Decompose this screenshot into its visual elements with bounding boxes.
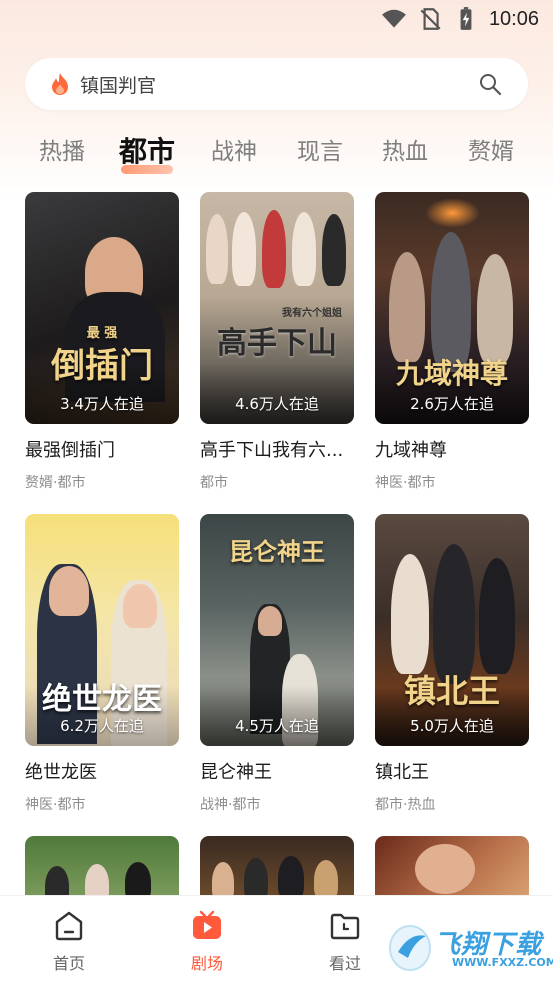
tab-zhanshen[interactable]: 战神 — [199, 130, 269, 174]
battery-charging-icon — [460, 7, 472, 30]
watermark-url: WWW.FXXZ.COM — [452, 956, 553, 969]
drama-poster[interactable]: 绝世龙医 6.2万人在追 — [25, 514, 179, 746]
search-icon[interactable] — [478, 72, 502, 96]
drama-title[interactable]: 镇北王 — [375, 758, 529, 784]
followers-count: 3.4万人在追 — [60, 395, 144, 413]
drama-poster[interactable]: 昆仑神王 4.5万人在追 — [200, 514, 354, 746]
drama-tags: 神医·都市 — [25, 797, 86, 813]
drama-card[interactable] — [375, 836, 529, 896]
drama-card[interactable]: 绝世龙医 6.2万人在追 绝世龙医 神医·都市 — [25, 514, 179, 814]
followers-count: 4.5万人在追 — [235, 717, 319, 735]
followers-count: 5.0万人在追 — [410, 717, 494, 735]
poster-title: 九域神尊 — [395, 357, 508, 390]
drama-tags: 战神·都市 — [200, 797, 261, 813]
category-tabs: 热播 都市 战神 现言 热血 赘婿 — [0, 130, 553, 176]
status-bar: 10:06 — [0, 0, 553, 40]
watermark-logo: 飞翔下载 WWW.FXXZ.COM — [388, 918, 553, 974]
drama-title[interactable]: 最强倒插门 — [25, 436, 179, 462]
drama-tags: 神医·都市 — [375, 475, 436, 491]
poster-title: 昆仑神王 — [229, 537, 325, 566]
tab-rebo[interactable]: 热播 — [27, 130, 97, 174]
wifi-icon — [382, 9, 406, 28]
followers-count: 4.6万人在追 — [235, 395, 319, 413]
drama-title[interactable]: 高手下山我有六... — [200, 436, 354, 462]
drama-title[interactable]: 九域神尊 — [375, 436, 529, 462]
tab-rexue[interactable]: 热血 — [370, 130, 440, 174]
nav-theater[interactable]: 剧场 — [177, 910, 237, 974]
poster-title: 绝世龙医 — [42, 682, 162, 717]
drama-poster[interactable]: 我有六个姐姐 高手下山 4.6万人在追 — [200, 192, 354, 424]
nav-history[interactable]: 看过 — [315, 910, 375, 974]
drama-card[interactable] — [200, 836, 354, 896]
poster-title: 高手下山 — [217, 326, 337, 361]
drama-title[interactable]: 绝世龙医 — [25, 758, 179, 784]
drama-poster[interactable]: 最 强 倒插门 3.4万人在追 — [25, 192, 179, 424]
drama-tags: 赘婿·都市 — [25, 475, 86, 491]
drama-poster[interactable]: 镇北王 5.0万人在追 — [375, 514, 529, 746]
drama-title[interactable]: 昆仑神王 — [200, 758, 354, 784]
search-bar[interactable]: 镇国判官 — [25, 58, 528, 110]
tab-xianyan[interactable]: 现言 — [285, 130, 355, 174]
history-folder-icon — [330, 913, 360, 940]
drama-tags: 都市·热血 — [375, 797, 436, 813]
drama-poster[interactable] — [200, 836, 354, 896]
nav-history-label: 看过 — [328, 954, 361, 973]
drama-poster[interactable]: 九域神尊 2.6万人在追 — [375, 192, 529, 424]
drama-card[interactable]: 昆仑神王 4.5万人在追 昆仑神王 战神·都市 — [200, 514, 354, 814]
followers-count: 2.6万人在追 — [410, 395, 494, 413]
drama-poster[interactable] — [25, 836, 179, 896]
no-sim-icon — [420, 8, 441, 30]
followers-count: 6.2万人在追 — [60, 717, 144, 735]
tab-zhuixu[interactable]: 赘婿 — [456, 130, 526, 174]
status-time: 10:06 — [488, 7, 539, 30]
drama-poster[interactable] — [375, 836, 529, 896]
flame-icon — [52, 73, 68, 95]
drama-tags: 都市 — [200, 475, 228, 491]
drama-card[interactable]: 最 强 倒插门 3.4万人在追 最强倒插门 赘婿·都市 — [25, 192, 179, 492]
nav-home-label: 首页 — [52, 954, 85, 973]
poster-title: 镇北王 — [403, 672, 500, 710]
drama-card[interactable]: 镇北王 5.0万人在追 镇北王 都市·热血 — [375, 514, 529, 814]
poster-small-title: 我有六个姐姐 — [282, 308, 342, 319]
theater-play-icon — [193, 910, 221, 939]
drama-card[interactable] — [25, 836, 179, 896]
poster-title: 倒插门 — [51, 346, 153, 386]
drama-card[interactable]: 我有六个姐姐 高手下山 4.6万人在追 高手下山我有六... 都市 — [200, 192, 354, 492]
nav-theater-label: 剧场 — [190, 954, 223, 973]
home-icon — [55, 911, 83, 941]
drama-card[interactable]: 九域神尊 2.6万人在追 九域神尊 神医·都市 — [375, 192, 529, 492]
nav-home[interactable]: 首页 — [39, 910, 99, 974]
watermark-bird-icon — [389, 925, 431, 971]
search-input[interactable]: 镇国判官 — [80, 71, 156, 98]
tab-dushi[interactable]: 都市 — [112, 130, 182, 174]
